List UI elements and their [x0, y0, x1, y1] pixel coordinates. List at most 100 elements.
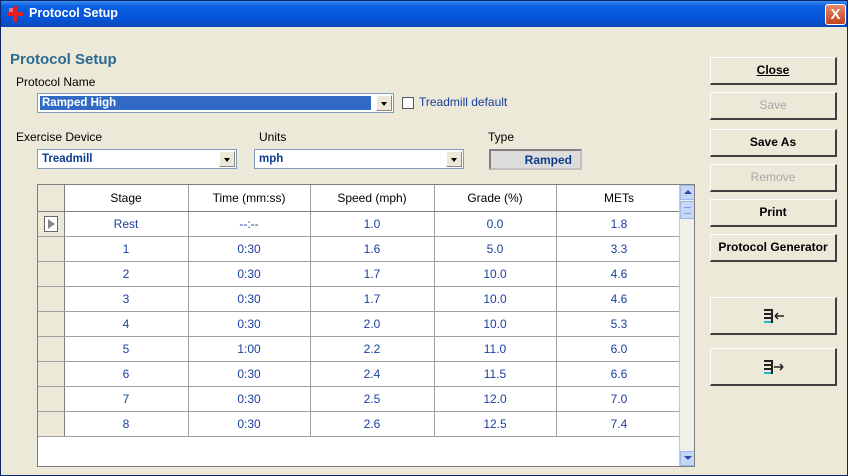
save-button-label: Save	[759, 98, 787, 112]
chevron-down-icon[interactable]	[376, 95, 392, 111]
cell-stage[interactable]: 8	[64, 411, 189, 437]
treadmill-default-label[interactable]: Treadmill default	[419, 95, 507, 109]
cell-mets[interactable]: 7.4	[556, 411, 683, 437]
row-selector[interactable]	[38, 211, 65, 237]
cell-time[interactable]: 0:30	[188, 411, 311, 437]
title-bar[interactable]: Protocol Setup X	[1, 1, 847, 27]
cell-speed[interactable]: 1.7	[310, 261, 435, 287]
cell-time[interactable]: 0:30	[188, 286, 311, 312]
protocol-grid[interactable]: Stage Time (mm:ss) Speed (mph) Grade (%)…	[37, 184, 695, 467]
cell-stage[interactable]: 7	[64, 386, 189, 412]
cell-grade[interactable]: 0.0	[434, 211, 557, 237]
cell-time[interactable]: 0:30	[188, 236, 311, 262]
window-close-button[interactable]: X	[825, 4, 846, 25]
protocol-name-select[interactable]: Ramped High	[37, 93, 394, 113]
table-row[interactable]: 1 0:30 1.6 5.0 3.3	[38, 236, 683, 262]
close-button[interactable]: Close	[710, 57, 837, 85]
stages-table: Stage Time (mm:ss) Speed (mph) Grade (%)…	[38, 185, 683, 437]
table-row[interactable]: 2 0:30 1.7 10.0 4.6	[38, 261, 683, 287]
cell-time[interactable]: --:--	[188, 211, 311, 237]
row-selector[interactable]	[38, 336, 65, 362]
cell-stage[interactable]: 6	[64, 361, 189, 387]
column-header[interactable]: Speed (mph)	[310, 185, 435, 212]
remove-button[interactable]: Remove	[710, 164, 837, 192]
print-button-label: Print	[759, 205, 787, 219]
protocol-generator-button[interactable]: Protocol Generator	[710, 234, 837, 262]
cell-stage[interactable]: Rest	[64, 211, 189, 237]
units-label: Units	[259, 130, 287, 144]
chevron-down-icon[interactable]	[446, 151, 462, 167]
cell-stage[interactable]: 3	[64, 286, 189, 312]
protocol-generator-button-label: Protocol Generator	[718, 240, 828, 254]
insert-stage-icon	[764, 309, 784, 323]
cell-speed[interactable]: 2.6	[310, 411, 435, 437]
row-selector[interactable]	[38, 361, 65, 387]
insert-stage-button[interactable]	[710, 297, 837, 335]
scroll-down-icon[interactable]	[680, 451, 694, 466]
row-selector[interactable]	[38, 261, 65, 287]
column-header[interactable]: Stage	[64, 185, 189, 212]
cell-stage[interactable]: 4	[64, 311, 189, 337]
cell-grade[interactable]: 10.0	[434, 311, 557, 337]
print-button[interactable]: Print	[710, 199, 837, 227]
cell-grade[interactable]: 11.0	[434, 336, 557, 362]
cell-mets[interactable]: 7.0	[556, 386, 683, 412]
cell-speed[interactable]: 1.0	[310, 211, 435, 237]
protocol-setup-window: Protocol Setup X Protocol Setup Protocol…	[0, 0, 848, 476]
scroll-thumb[interactable]	[680, 201, 694, 219]
cell-speed[interactable]: 2.4	[310, 361, 435, 387]
cell-speed[interactable]: 1.7	[310, 286, 435, 312]
cell-grade[interactable]: 10.0	[434, 286, 557, 312]
append-stage-button[interactable]	[710, 348, 837, 386]
cell-speed[interactable]: 2.5	[310, 386, 435, 412]
save-button[interactable]: Save	[710, 92, 837, 120]
table-row[interactable]: 5 1:00 2.2 11.0 6.0	[38, 336, 683, 362]
cell-stage[interactable]: 2	[64, 261, 189, 287]
cell-speed[interactable]: 1.6	[310, 236, 435, 262]
row-selector[interactable]	[38, 286, 65, 312]
cell-time[interactable]: 0:30	[188, 361, 311, 387]
vertical-scrollbar[interactable]	[679, 185, 694, 466]
row-selector[interactable]	[38, 311, 65, 337]
cell-time[interactable]: 0:30	[188, 311, 311, 337]
table-row[interactable]: 3 0:30 1.7 10.0 4.6	[38, 286, 683, 312]
table-row[interactable]: Rest --:-- 1.0 0.0 1.8	[38, 211, 683, 237]
row-selector[interactable]	[38, 411, 65, 437]
row-selector[interactable]	[38, 386, 65, 412]
cell-grade[interactable]: 11.5	[434, 361, 557, 387]
cell-mets[interactable]: 3.3	[556, 236, 683, 262]
cell-time[interactable]: 1:00	[188, 336, 311, 362]
cell-speed[interactable]: 2.0	[310, 311, 435, 337]
table-row[interactable]: 4 0:30 2.0 10.0 5.3	[38, 311, 683, 337]
treadmill-default-checkbox[interactable]	[402, 97, 414, 109]
units-select[interactable]: mph	[254, 149, 464, 169]
cell-mets[interactable]: 4.6	[556, 286, 683, 312]
cell-mets[interactable]: 4.6	[556, 261, 683, 287]
cell-time[interactable]: 0:30	[188, 386, 311, 412]
cell-grade[interactable]: 5.0	[434, 236, 557, 262]
table-row[interactable]: 8 0:30 2.6 12.5 7.4	[38, 411, 683, 437]
cell-stage[interactable]: 5	[64, 336, 189, 362]
exercise-device-value: Treadmill	[42, 153, 93, 165]
cell-time[interactable]: 0:30	[188, 261, 311, 287]
column-header[interactable]: Grade (%)	[434, 185, 557, 212]
cell-grade[interactable]: 12.0	[434, 386, 557, 412]
cell-grade[interactable]: 10.0	[434, 261, 557, 287]
cell-speed[interactable]: 2.2	[310, 336, 435, 362]
cell-stage[interactable]: 1	[64, 236, 189, 262]
cell-mets[interactable]: 6.0	[556, 336, 683, 362]
cell-mets[interactable]: 1.8	[556, 211, 683, 237]
table-row[interactable]: 7 0:30 2.5 12.0 7.0	[38, 386, 683, 412]
table-row[interactable]: 6 0:30 2.4 11.5 6.6	[38, 361, 683, 387]
cell-mets[interactable]: 5.3	[556, 311, 683, 337]
scroll-up-icon[interactable]	[680, 185, 694, 200]
column-header[interactable]: Time (mm:ss)	[188, 185, 311, 212]
type-value: Ramped	[524, 153, 572, 167]
chevron-down-icon[interactable]	[219, 151, 235, 167]
column-header[interactable]: METs	[556, 185, 683, 212]
exercise-device-select[interactable]: Treadmill	[37, 149, 237, 169]
row-selector[interactable]	[38, 236, 65, 262]
save-as-button[interactable]: Save As	[710, 129, 837, 157]
cell-mets[interactable]: 6.6	[556, 361, 683, 387]
cell-grade[interactable]: 12.5	[434, 411, 557, 437]
